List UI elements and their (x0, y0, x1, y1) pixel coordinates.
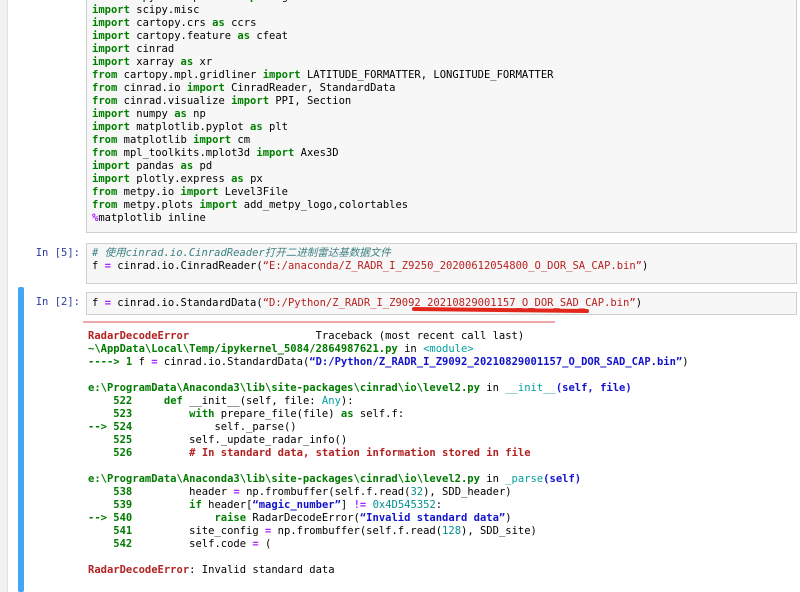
code-cell-in5[interactable]: # 使用cinrad.io.CinradReader打开二进制雷达基数据文件f … (86, 243, 797, 284)
code-lines-in5: # 使用cinrad.io.CinradReader打开二进制雷达基数据文件f … (92, 247, 791, 273)
code-cell-in2[interactable]: f = cinrad.io.StandardData(“D:/Python/Z_… (86, 292, 797, 315)
input-prompt-5: In [5]: (0, 247, 80, 259)
pink-line-annotation (83, 321, 555, 323)
input-prompt-2: In [2]: (0, 296, 80, 308)
selected-cell-indicator (18, 287, 24, 592)
error-traceback-output: RadarDecodeError Traceback (most recent … (88, 330, 800, 577)
code-cell-imports[interactable]: from scipy.interpolate import griddataim… (86, 0, 797, 233)
code-lines-imports: from scipy.interpolate import griddataim… (92, 0, 791, 225)
